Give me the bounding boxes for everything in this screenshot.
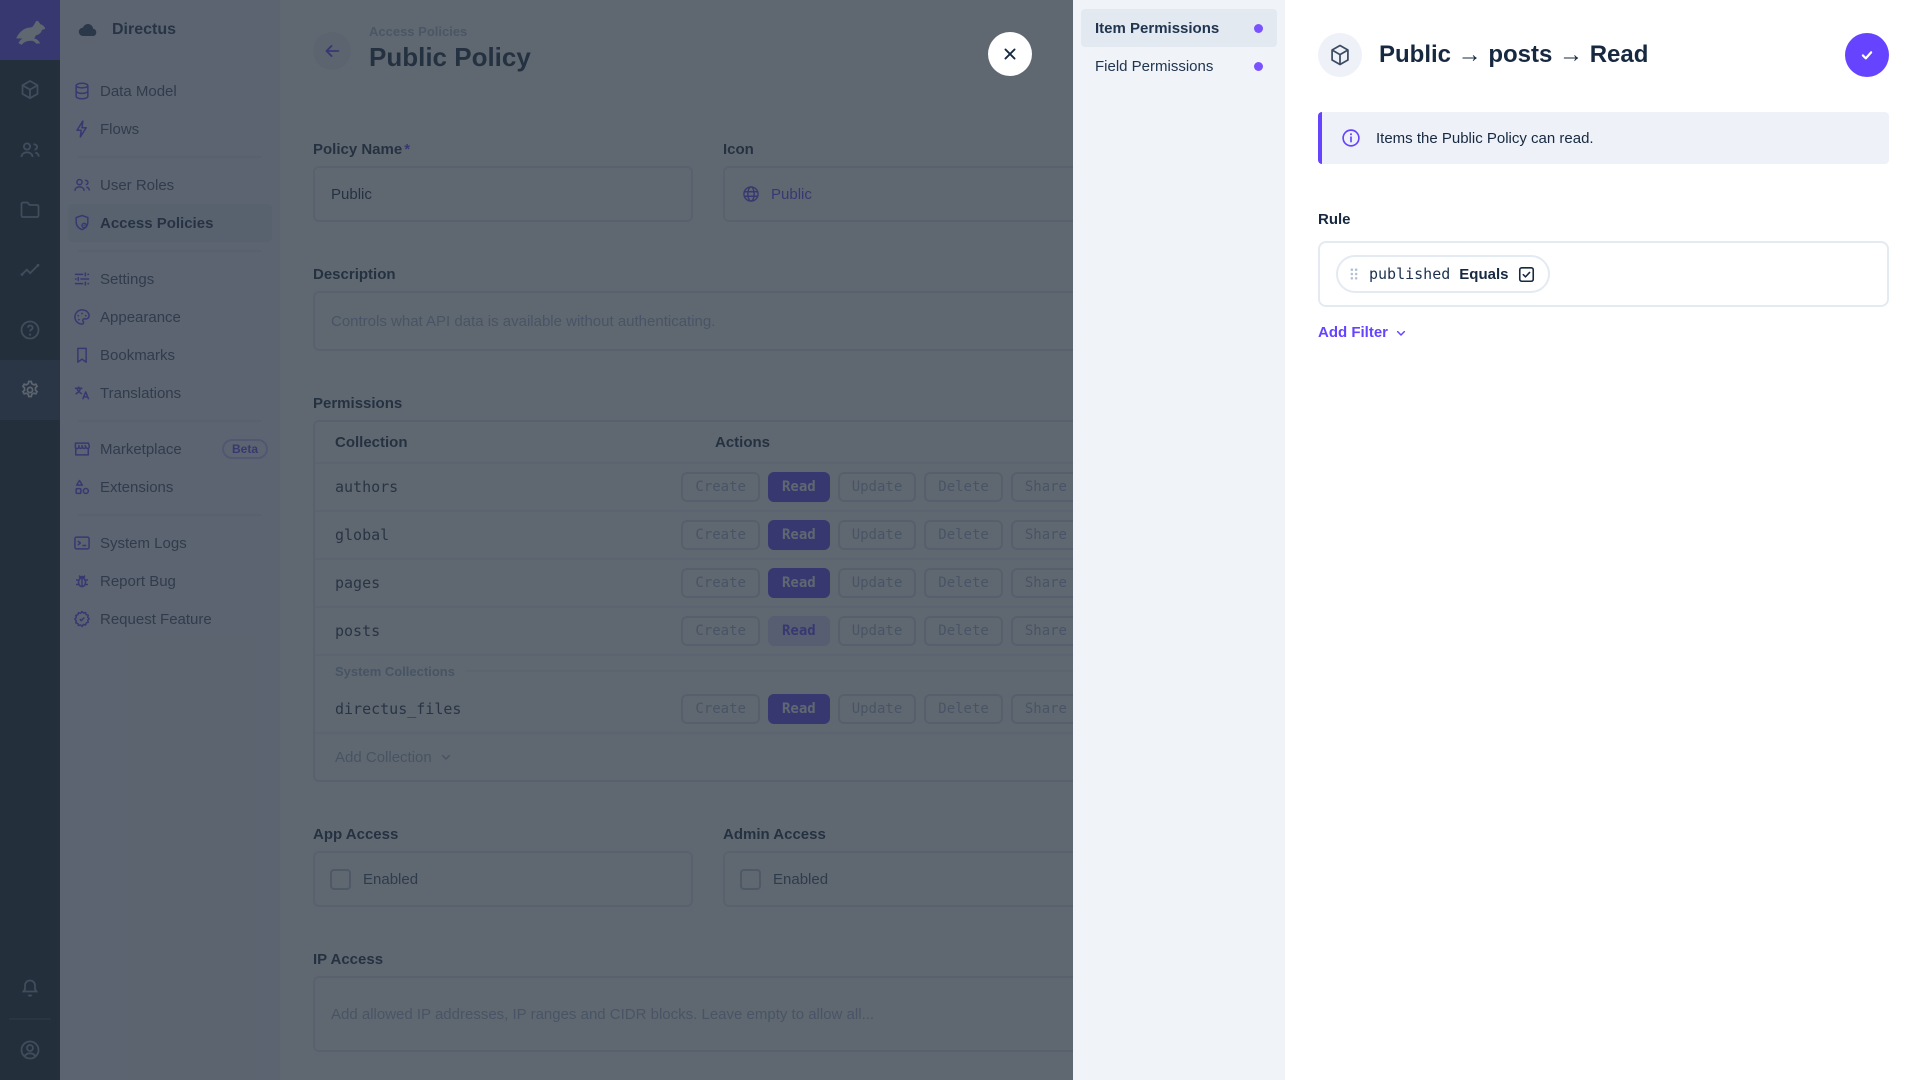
checked-checkbox-icon[interactable] — [1517, 265, 1536, 284]
drawer-tabs: Item Permissions Field Permissions — [1073, 0, 1285, 1080]
close-icon — [1004, 48, 1016, 60]
drawer-content: Public → posts → Read Items the Public P… — [1285, 0, 1920, 1080]
cube-icon — [1331, 44, 1349, 66]
tab-item-permissions[interactable]: Item Permissions — [1081, 9, 1277, 47]
drawer-header-icon-circle — [1318, 33, 1362, 77]
drawer-title: Public → posts → Read — [1379, 41, 1649, 68]
rule-box: published Equals — [1318, 241, 1889, 307]
drawer-header: Public → posts → Read — [1318, 0, 1889, 77]
rule-label: Rule — [1318, 211, 1351, 228]
tab-label: Item Permissions — [1095, 19, 1220, 37]
modal-overlay[interactable] — [0, 0, 1073, 1080]
filter-field-name[interactable]: published — [1369, 265, 1450, 283]
filter-chip[interactable]: published Equals — [1336, 255, 1551, 293]
info-icon — [1342, 129, 1360, 147]
check-icon — [1861, 51, 1873, 60]
add-filter-button[interactable]: Add Filter — [1318, 324, 1409, 341]
info-notice: Items the Public Policy can read. — [1318, 112, 1889, 164]
directus-app: Directus Data Model Flows User Roles Acc… — [0, 0, 1920, 1080]
filter-operator[interactable]: Equals — [1459, 266, 1508, 283]
chevron-down-icon — [1396, 330, 1406, 336]
save-button[interactable] — [1845, 33, 1889, 77]
tab-field-permissions[interactable]: Field Permissions — [1081, 47, 1277, 85]
drag-handle-icon[interactable] — [1348, 266, 1360, 282]
permissions-drawer: Item Permissions Field Permissions Publi… — [1073, 0, 1920, 1080]
info-notice-text: Items the Public Policy can read. — [1376, 129, 1594, 147]
modified-dot — [1254, 61, 1263, 71]
modified-dot — [1254, 23, 1263, 33]
close-drawer-button[interactable] — [988, 32, 1032, 76]
tab-label: Field Permissions — [1095, 57, 1214, 75]
